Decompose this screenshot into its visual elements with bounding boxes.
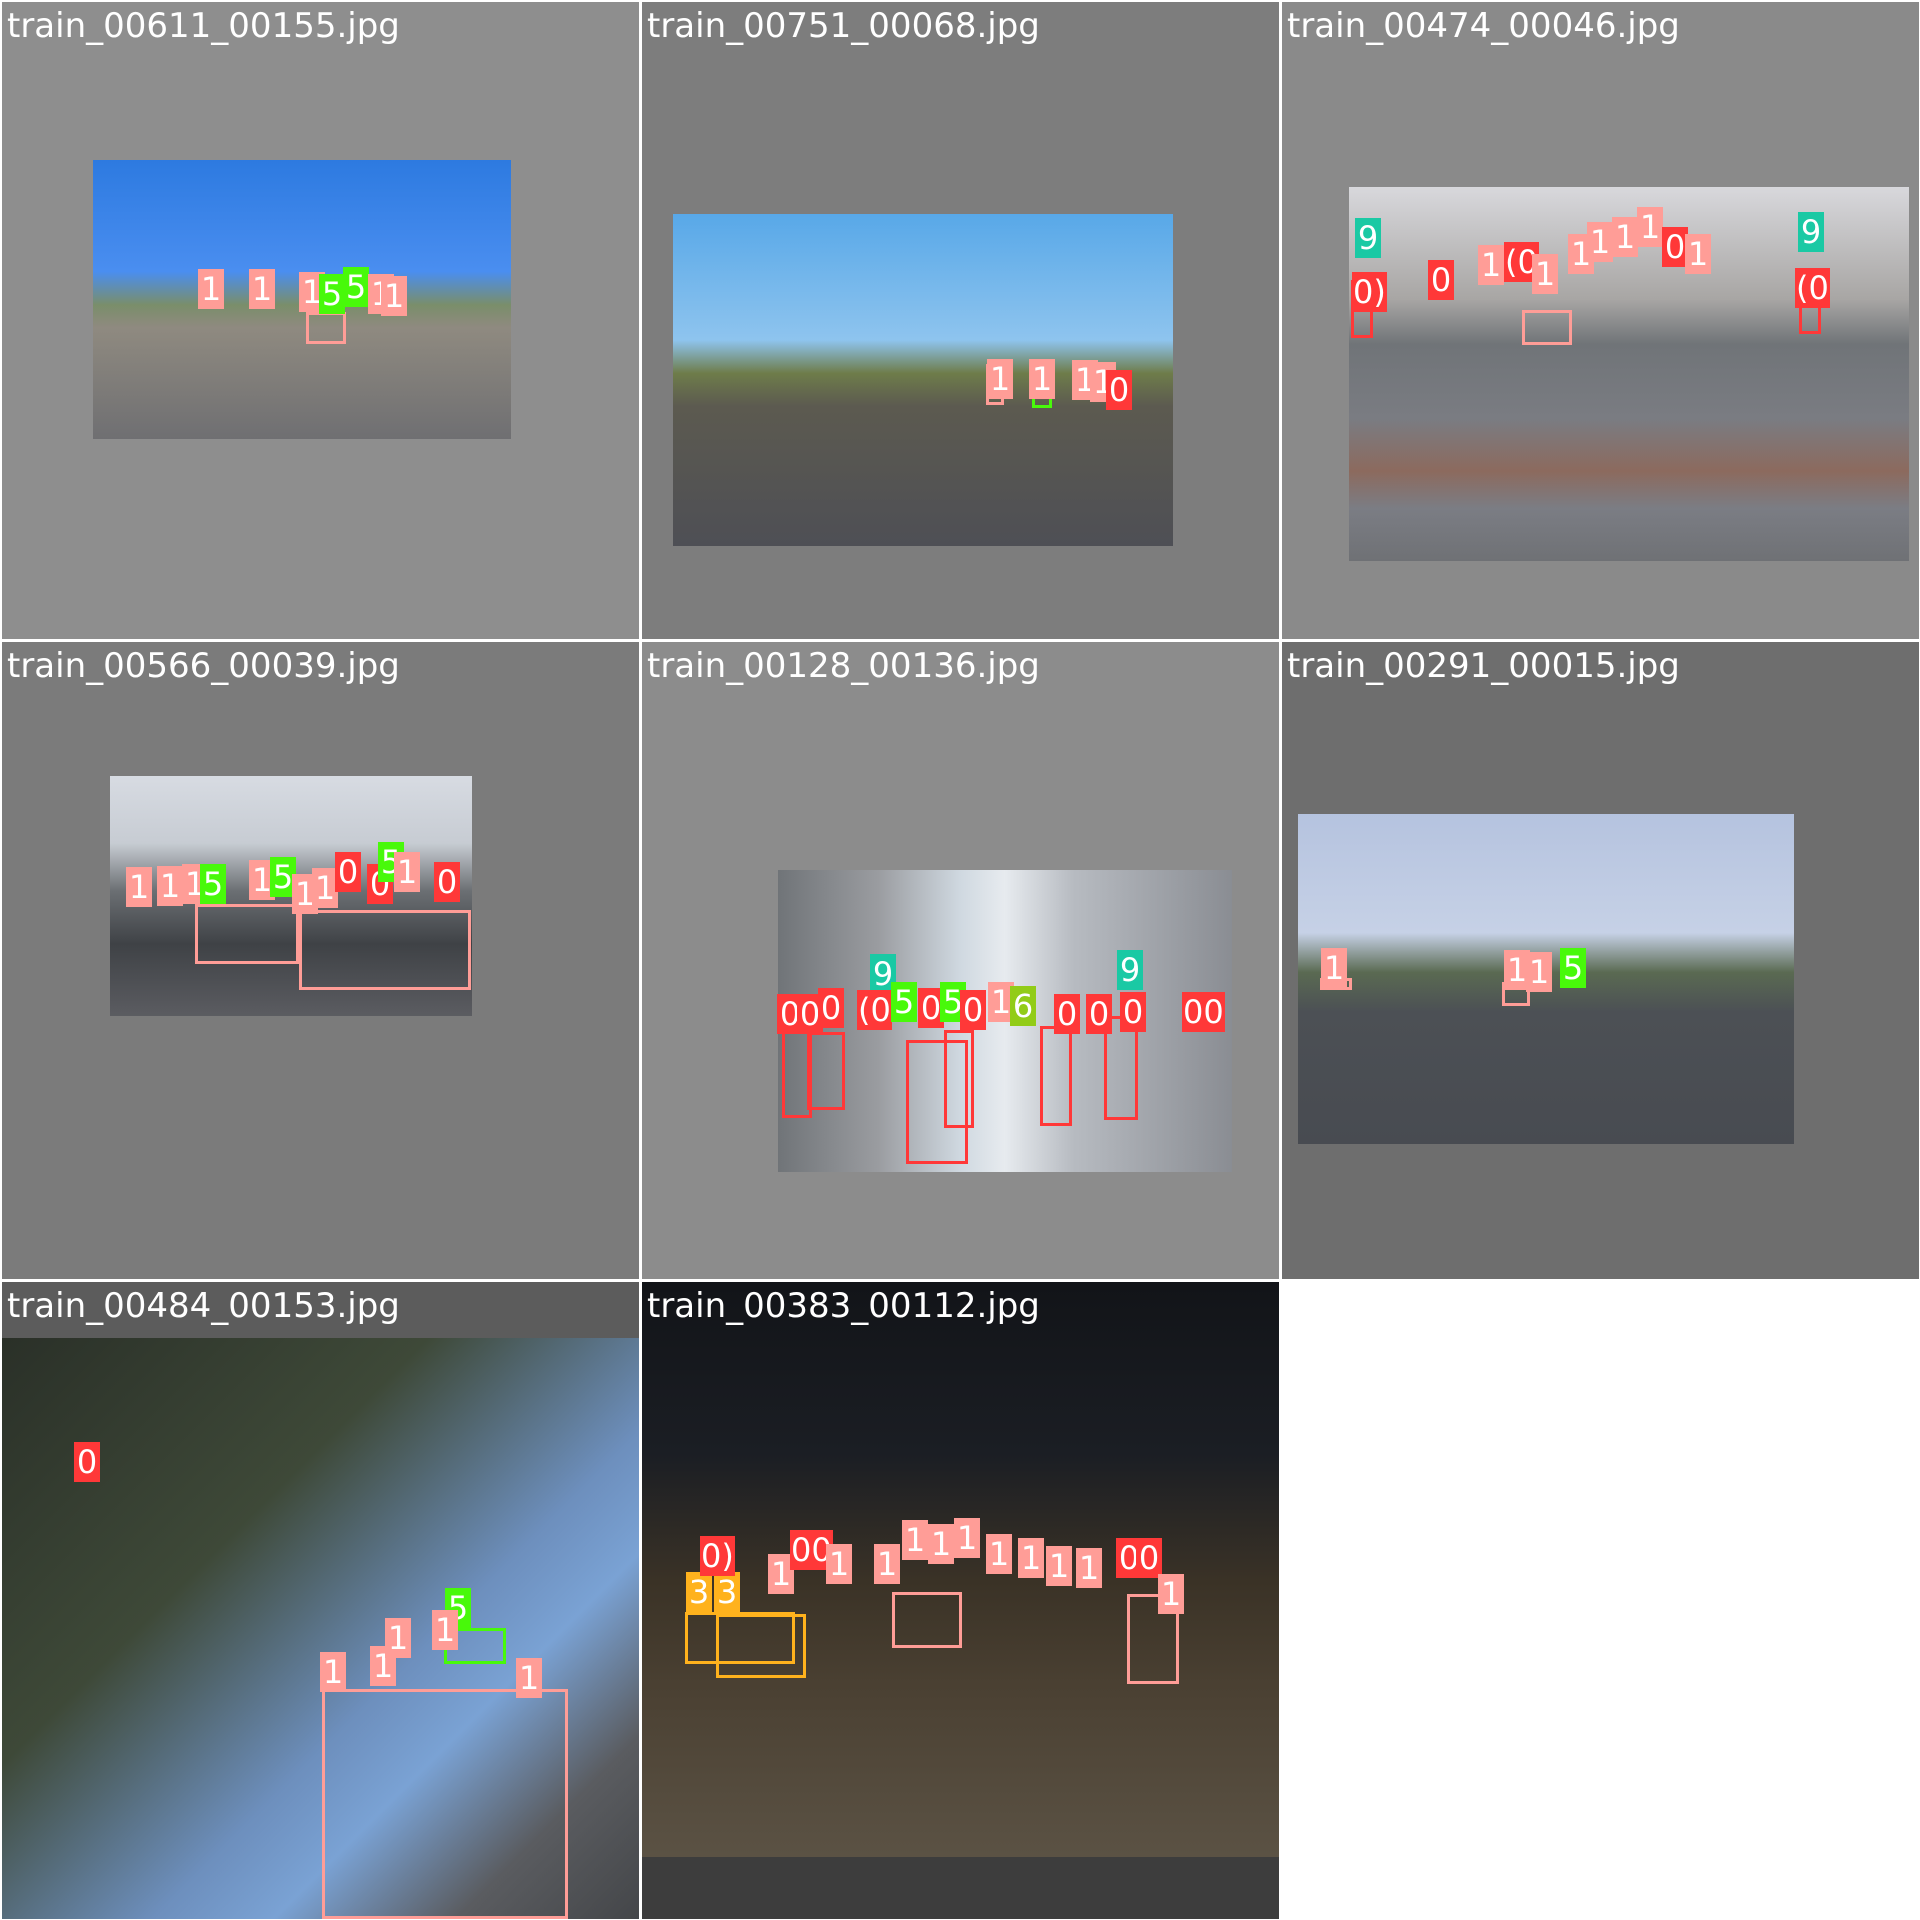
class-label-0: 0)	[700, 1536, 735, 1576]
class-label-1: 1	[157, 866, 183, 906]
class-label-0: 0	[74, 1442, 100, 1482]
class-label-5: 5	[1560, 948, 1586, 988]
tile-title: train_00566_00039.jpg	[7, 646, 400, 686]
class-label-6: 6	[1010, 986, 1036, 1026]
class-label-3: 3	[686, 1572, 712, 1612]
class-label-9: 9	[1117, 950, 1143, 990]
class-label-1: 1	[1018, 1538, 1044, 1578]
class-label-0: 0	[1120, 992, 1146, 1032]
class-label-9: 9	[1355, 218, 1381, 258]
tile-train-00611-00155: train_00611_00155.jpg 1 1 1 5 5 1 1	[2, 2, 639, 639]
class-label-1: 1	[385, 1618, 411, 1658]
tile-train-00566-00039: train_00566_00039.jpg 1 1 1 5 1 5 1 1 0 …	[2, 642, 639, 1279]
class-label-3: 3	[714, 1572, 740, 1612]
night-street-photo	[642, 1282, 1279, 1857]
class-label-1: 1	[1587, 222, 1613, 262]
detection-box	[807, 1032, 845, 1110]
class-label-1: 1	[986, 1534, 1012, 1574]
tile-title: train_00484_00153.jpg	[7, 1286, 400, 1326]
tile-title: train_00751_00068.jpg	[647, 6, 1040, 46]
class-label-1: 1	[826, 1544, 852, 1584]
detection-box	[944, 1030, 974, 1128]
empty-cell	[1282, 1282, 1919, 1919]
tile-title: train_00611_00155.jpg	[7, 6, 400, 46]
class-label-1: 1	[1029, 359, 1055, 399]
class-label-1: 1	[1158, 1574, 1184, 1614]
class-label-0: (0	[1795, 268, 1830, 308]
class-label-0: 00	[1182, 992, 1225, 1032]
detection-box	[716, 1614, 806, 1678]
detection-box	[195, 904, 299, 964]
class-label-1: 1	[987, 359, 1013, 399]
class-label-0: 0	[818, 988, 844, 1028]
class-label-1: 1	[954, 1518, 980, 1558]
class-label-1: 1	[320, 1652, 346, 1692]
class-label-1: 1	[249, 269, 275, 309]
class-label-0: 0	[1136, 1538, 1162, 1578]
class-label-1: 1	[1526, 952, 1552, 992]
detection-box	[322, 1689, 568, 1919]
class-label-5: 5	[319, 274, 345, 314]
class-label-1: 1	[874, 1544, 900, 1584]
class-label-1: 1	[126, 867, 152, 907]
class-label-0: 0	[960, 990, 986, 1030]
tile-title: train_00474_00046.jpg	[1287, 6, 1680, 46]
detection-box	[1040, 1026, 1072, 1126]
class-label-1: 1	[432, 1610, 458, 1650]
class-label-1: 1	[1637, 207, 1663, 247]
tile-train-00484-00153: train_00484_00153.jpg 0 1 1 1 5 1 1	[2, 1282, 639, 1919]
class-label-1: 1	[902, 1520, 928, 1560]
mosaic-grid: train_00611_00155.jpg 1 1 1 5 5 1 1 trai…	[0, 0, 1920, 1920]
class-label-0: 0	[1054, 994, 1080, 1034]
class-label-1: 1	[1321, 948, 1347, 988]
class-label-1: 1	[1612, 217, 1638, 257]
class-label-1: 1	[1046, 1546, 1072, 1586]
class-label-9: 9	[1798, 212, 1824, 252]
tile-train-00128-00136: train_00128_00136.jpg 9 9 0 0 0 (0 5 0 5…	[642, 642, 1279, 1279]
detection-box	[306, 312, 346, 344]
tile-train-00474-00046: train_00474_00046.jpg 9 9 0) 0 1 (0 1 1 …	[1282, 2, 1919, 639]
class-label-1: 1	[198, 269, 224, 309]
tile-title: train_00128_00136.jpg	[647, 646, 1040, 686]
class-label-0: 0	[1086, 994, 1112, 1034]
detection-box	[892, 1592, 962, 1648]
class-label-1: 1	[1478, 245, 1504, 285]
class-label-1: 1	[516, 1658, 542, 1698]
class-label-1: 1	[928, 1524, 954, 1564]
class-label-0: 0	[434, 862, 460, 902]
class-label-1: 1	[1685, 234, 1711, 274]
class-label-0: (0	[857, 990, 892, 1030]
class-label-5: 5	[200, 864, 226, 904]
class-label-1: 1	[1076, 1548, 1102, 1588]
tile-train-00291-00015: train_00291_00015.jpg 1 1 1 5	[1282, 642, 1919, 1279]
class-label-5: 5	[891, 982, 917, 1022]
detection-box	[1522, 310, 1572, 345]
class-label-1: 1	[1532, 254, 1558, 294]
tile-train-00751-00068: train_00751_00068.jpg 1 1 1 1 0	[642, 2, 1279, 639]
tile-train-00383-00112: train_00383_00112.jpg 3 3 0) 1 00 1 1 1 …	[642, 1282, 1279, 1919]
tile-title: train_00383_00112.jpg	[647, 1286, 1040, 1326]
detection-box	[299, 910, 471, 990]
class-label-0: 0	[1428, 260, 1454, 300]
class-label-0: 0	[1106, 370, 1132, 410]
tile-title: train_00291_00015.jpg	[1287, 646, 1680, 686]
class-label-0: 0	[335, 852, 361, 892]
class-label-1: 1	[394, 852, 420, 892]
class-label-1: 1	[381, 276, 407, 316]
class-label-0: 0)	[1352, 272, 1387, 312]
class-label-5: 5	[343, 267, 369, 307]
